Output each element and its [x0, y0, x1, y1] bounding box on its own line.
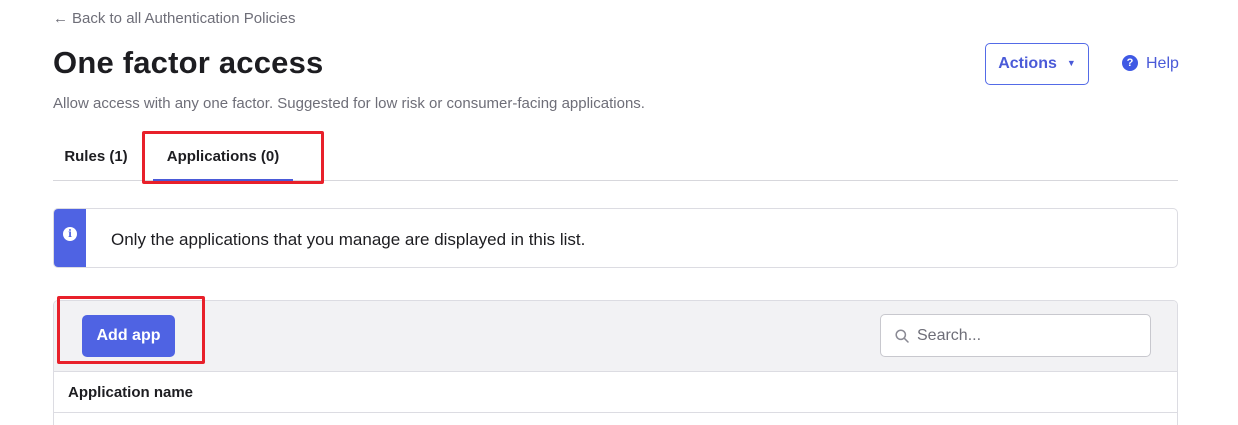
table-toolbar: Add app: [54, 301, 1177, 372]
info-stripe: i: [54, 209, 86, 267]
page-description: Allow access with any one factor. Sugges…: [53, 95, 645, 112]
actions-button-label: Actions: [998, 55, 1057, 72]
search-icon: [895, 329, 909, 343]
back-link[interactable]: ← Back to all Authentication Policies: [53, 10, 295, 27]
help-link[interactable]: ? Help: [1122, 55, 1179, 73]
applications-table: Add app Application name: [53, 300, 1178, 425]
actions-button[interactable]: Actions ▼: [985, 43, 1089, 85]
search-box[interactable]: [880, 314, 1151, 357]
info-banner: i Only the applications that you manage …: [53, 208, 1178, 268]
tab-applications[interactable]: Applications (0): [153, 132, 293, 181]
help-icon: ?: [1122, 55, 1138, 71]
caret-down-icon: ▼: [1066, 57, 1076, 68]
page-title: One factor access: [53, 45, 324, 80]
back-link-label: Back to all Authentication Policies: [72, 10, 296, 27]
tab-rules[interactable]: Rules (1): [53, 132, 139, 180]
info-icon: i: [63, 227, 77, 241]
info-message: Only the applications that you manage ar…: [111, 230, 586, 249]
page: ← Back to all Authentication Policies One…: [0, 0, 1238, 425]
tab-bar: Rules (1) Applications (0): [53, 132, 1178, 181]
column-header-application-name[interactable]: Application name: [68, 384, 193, 401]
help-link-label: Help: [1146, 55, 1179, 72]
search-input[interactable]: [917, 315, 1142, 356]
table-header-row: Application name: [54, 372, 1177, 413]
back-arrow-icon: ←: [53, 10, 68, 27]
add-app-button[interactable]: Add app: [82, 315, 175, 357]
